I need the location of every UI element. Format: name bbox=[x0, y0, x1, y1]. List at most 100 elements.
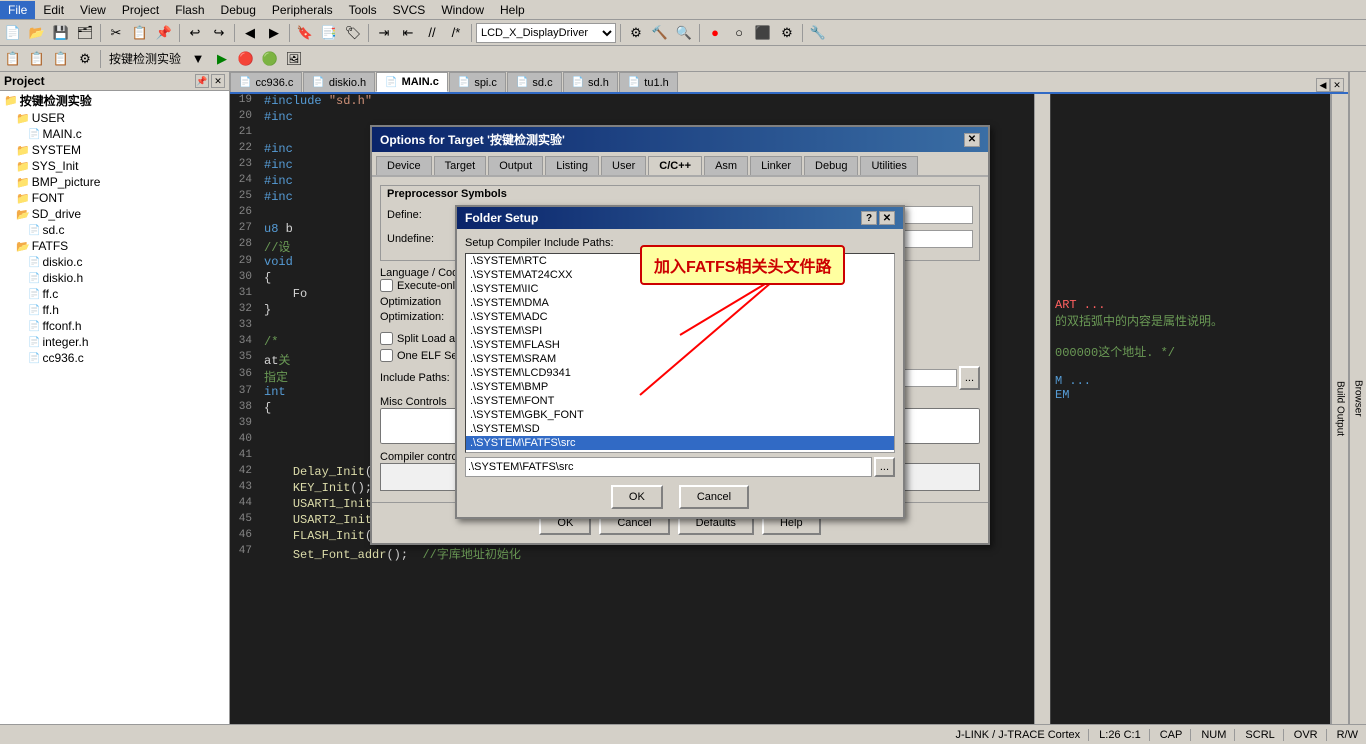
tree-sddrive[interactable]: 📂 SD_drive bbox=[0, 206, 229, 222]
path-gbkfont[interactable]: .\SYSTEM\GBK_FONT bbox=[466, 408, 894, 422]
split-checkbox[interactable] bbox=[380, 332, 393, 345]
path-lcd9341[interactable]: .\SYSTEM\LCD9341 bbox=[466, 366, 894, 380]
tab-sdc[interactable]: 📄sd.c bbox=[507, 72, 562, 92]
tree-system[interactable]: 📁 SYSTEM bbox=[0, 142, 229, 158]
cut-btn[interactable]: ✂ bbox=[105, 22, 127, 44]
compile-btn[interactable]: ⚙ bbox=[625, 22, 647, 44]
path-sram[interactable]: .\SYSTEM\SRAM bbox=[466, 352, 894, 366]
tree-diskioc[interactable]: 📄 diskio.c bbox=[0, 254, 229, 270]
tree-integerh[interactable]: 📄 integer.h bbox=[0, 334, 229, 350]
menu-peripherals[interactable]: Peripherals bbox=[264, 1, 341, 19]
menu-svcs[interactable]: SVCS bbox=[385, 1, 434, 19]
save-btn[interactable]: 💾 bbox=[50, 22, 72, 44]
tab-tu1h[interactable]: 📄tu1.h bbox=[619, 72, 678, 92]
options-close-btn[interactable]: ✕ bbox=[964, 133, 980, 147]
dtab-utilities[interactable]: Utilities bbox=[860, 156, 917, 175]
menu-flash[interactable]: Flash bbox=[167, 1, 212, 19]
folder-cancel-btn[interactable]: Cancel bbox=[679, 485, 749, 509]
redo-btn[interactable]: ↪ bbox=[208, 22, 230, 44]
open-btn[interactable]: 📂 bbox=[26, 22, 48, 44]
path-flash[interactable]: .\SYSTEM\FLASH bbox=[466, 338, 894, 352]
tree-sysinit[interactable]: 📁 SYS_Init bbox=[0, 158, 229, 174]
tab-spic[interactable]: 📄spi.c bbox=[449, 72, 506, 92]
fwd-btn[interactable]: ▶ bbox=[263, 22, 285, 44]
tree-font[interactable]: 📁 FONT bbox=[0, 190, 229, 206]
dtab-device[interactable]: Device bbox=[376, 156, 432, 175]
path-dma[interactable]: .\SYSTEM\DMA bbox=[466, 296, 894, 310]
indent-btn[interactable]: ⇥ bbox=[373, 22, 395, 44]
tree-fatfs[interactable]: 📂 FATFS bbox=[0, 238, 229, 254]
exec-only-checkbox[interactable] bbox=[380, 279, 393, 292]
t2-btn2[interactable]: 📋 bbox=[26, 48, 48, 70]
menu-edit[interactable]: Edit bbox=[35, 1, 72, 19]
tab-mainc[interactable]: 📄MAIN.c bbox=[376, 72, 448, 92]
uncomment-btn[interactable]: /* bbox=[445, 22, 467, 44]
dtab-output[interactable]: Output bbox=[488, 156, 543, 175]
tree-user[interactable]: 📁 USER bbox=[0, 110, 229, 126]
debug-btn[interactable]: ● bbox=[704, 22, 726, 44]
tree-sdc[interactable]: 📄 sd.c bbox=[0, 222, 229, 238]
sidebar-pin-btn[interactable]: 📌 bbox=[195, 74, 209, 88]
tree-bmp[interactable]: 📁 BMP_picture bbox=[0, 174, 229, 190]
t2-img-btn[interactable]: 🖼 bbox=[283, 48, 305, 70]
folder-close-btn[interactable]: ✕ bbox=[879, 211, 895, 225]
dtab-user[interactable]: User bbox=[601, 156, 646, 175]
build-btn[interactable]: 🔨 bbox=[649, 22, 671, 44]
options-dialog-title[interactable]: Options for Target '按键检测实验' ✕ bbox=[372, 127, 988, 152]
tree-diskioh[interactable]: 📄 diskio.h bbox=[0, 270, 229, 286]
menu-window[interactable]: Window bbox=[433, 1, 492, 19]
paste-btn[interactable]: 📌 bbox=[153, 22, 175, 44]
oneelf-checkbox[interactable] bbox=[380, 349, 393, 362]
path-fatfs[interactable]: .\SYSTEM\FATFS\src bbox=[466, 436, 894, 450]
path-spi[interactable]: .\SYSTEM\SPI bbox=[466, 324, 894, 338]
outdent-btn[interactable]: ⇤ bbox=[397, 22, 419, 44]
folder-path-input[interactable] bbox=[465, 457, 872, 477]
t2-red-btn[interactable]: 🔴 bbox=[235, 48, 257, 70]
tab-close-btn[interactable]: ✕ bbox=[1330, 78, 1344, 92]
folder-help-btn[interactable]: ? bbox=[861, 211, 877, 225]
t2-btn3[interactable]: 📋 bbox=[50, 48, 72, 70]
undo-btn[interactable]: ↩ bbox=[184, 22, 206, 44]
include-browse-btn[interactable]: ... bbox=[959, 366, 980, 390]
menu-file[interactable]: File bbox=[0, 1, 35, 19]
dtab-listing[interactable]: Listing bbox=[545, 156, 599, 175]
dtab-cc[interactable]: C/C++ bbox=[648, 156, 702, 175]
bookmark3-btn[interactable]: 🏷 bbox=[342, 22, 364, 44]
t2-green-btn[interactable]: 🟢 bbox=[259, 48, 281, 70]
tree-ffc[interactable]: 📄 ff.c bbox=[0, 286, 229, 302]
tab-diskioh[interactable]: 📄diskio.h bbox=[303, 72, 375, 92]
browser-panel[interactable]: Browser bbox=[1348, 72, 1366, 724]
build-output-panel[interactable]: Build Output bbox=[1330, 94, 1348, 724]
dtab-debug[interactable]: Debug bbox=[804, 156, 858, 175]
menu-view[interactable]: View bbox=[72, 1, 114, 19]
dtab-asm[interactable]: Asm bbox=[704, 156, 748, 175]
path-adc[interactable]: .\SYSTEM\ADC bbox=[466, 310, 894, 324]
tree-root[interactable]: 📁 按键检测实验 bbox=[0, 91, 229, 110]
new-btn[interactable]: 📄 bbox=[2, 22, 24, 44]
path-font[interactable]: .\SYSTEM\FONT bbox=[466, 394, 894, 408]
target-dropdown[interactable]: LCD_X_DisplayDriver bbox=[476, 23, 616, 43]
menu-tools[interactable]: Tools bbox=[341, 1, 385, 19]
comment-btn[interactable]: // bbox=[421, 22, 443, 44]
save-all-btn[interactable]: 🗂 bbox=[74, 22, 96, 44]
tree-ffconfh[interactable]: 📄 ffconf.h bbox=[0, 318, 229, 334]
search-btn[interactable]: 🔍 bbox=[673, 22, 695, 44]
tab-cc936c[interactable]: 📄cc936.c bbox=[230, 72, 302, 92]
folder-dialog-title[interactable]: Folder Setup ? ✕ bbox=[457, 207, 903, 229]
back-btn[interactable]: ◀ bbox=[239, 22, 261, 44]
sidebar-close-btn[interactable]: ✕ bbox=[211, 74, 225, 88]
menu-debug[interactable]: Debug bbox=[213, 1, 264, 19]
options-btn[interactable]: ⚙ bbox=[776, 22, 798, 44]
bookmark2-btn[interactable]: 📑 bbox=[318, 22, 340, 44]
menu-project[interactable]: Project bbox=[114, 1, 167, 19]
t2-btn4[interactable]: ⚙ bbox=[74, 48, 96, 70]
t2-run-btn[interactable]: ▶ bbox=[211, 48, 233, 70]
folder-ok-btn[interactable]: OK bbox=[611, 485, 663, 509]
editor-scrollbar[interactable] bbox=[1034, 94, 1050, 724]
path-sd[interactable]: .\SYSTEM\SD bbox=[466, 422, 894, 436]
dtab-linker[interactable]: Linker bbox=[750, 156, 802, 175]
t2-btn1[interactable]: 📋 bbox=[2, 48, 24, 70]
tree-cc936c[interactable]: 📄 cc936.c bbox=[0, 350, 229, 366]
bookmark-btn[interactable]: 🔖 bbox=[294, 22, 316, 44]
path-bmp[interactable]: .\SYSTEM\BMP bbox=[466, 380, 894, 394]
